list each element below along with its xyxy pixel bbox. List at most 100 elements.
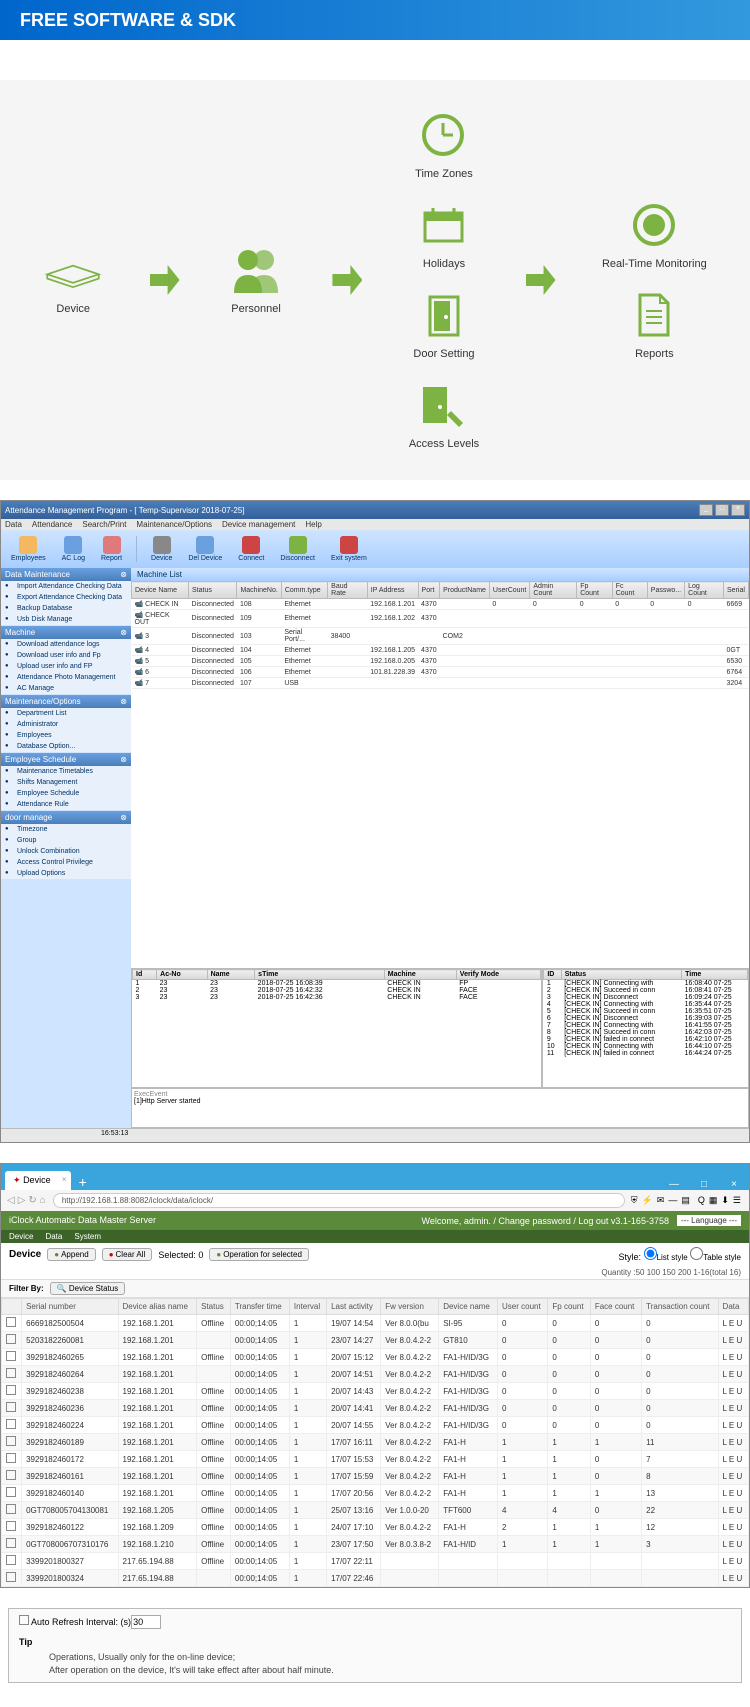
sidebar-item[interactable]: Employees	[1, 730, 131, 741]
sidebar-section-header[interactable]: Maintenance/Options⊗	[1, 695, 131, 708]
sidebar-item[interactable]: Administrator	[1, 719, 131, 730]
table-row[interactable]: 3929182460236192.168.1.201Offline00:00;1…	[2, 1400, 749, 1417]
toolbar-del-device[interactable]: Del Device	[182, 534, 228, 564]
table-row[interactable]: 📹 4Disconnected104Ethernet192.168.1.2054…	[132, 645, 749, 656]
table-row[interactable]: 3929182460224192.168.1.201Offline00:00;1…	[2, 1417, 749, 1434]
maximize-button[interactable]: □	[715, 504, 729, 516]
table-row[interactable]: 6669182500504192.168.1.201Offline00:00;1…	[2, 1315, 749, 1332]
list-style-radio[interactable]	[644, 1247, 657, 1260]
menu-item[interactable]: Device	[9, 1232, 33, 1241]
sidebar-item[interactable]: Attendance Rule	[1, 799, 131, 810]
sidebar-item[interactable]: Unlock Combination	[1, 846, 131, 857]
table-row[interactable]: 📹 7Disconnected107USB3204	[132, 678, 749, 689]
table-row[interactable]: 0GT708006707310176192.168.1.210Offline00…	[2, 1536, 749, 1553]
device-table[interactable]: Serial numberDevice alias nameStatusTran…	[1, 1298, 749, 1587]
row-checkbox[interactable]	[6, 1538, 16, 1548]
sidebar-item[interactable]: Database Option...	[1, 741, 131, 752]
home-icon[interactable]: ⌂	[40, 1195, 46, 1206]
table-row[interactable]: 📹 6Disconnected106Ethernet101.81.228.394…	[132, 667, 749, 678]
menu-item[interactable]: Maintenance/Options	[136, 520, 212, 529]
url-input[interactable]: http://192.168.1.88:8082/iclock/data/icl…	[53, 1193, 625, 1208]
menu-item[interactable]: Data	[45, 1232, 62, 1241]
row-checkbox[interactable]	[6, 1419, 16, 1429]
new-tab-button[interactable]: +	[79, 1174, 87, 1190]
row-checkbox[interactable]	[6, 1521, 16, 1531]
table-row[interactable]: 3929182460189192.168.1.201Offline00:00;1…	[2, 1434, 749, 1451]
clear-all-button[interactable]: Clear All	[102, 1248, 153, 1261]
sidebar-section-header[interactable]: Employee Schedule⊗	[1, 753, 131, 766]
sidebar-item[interactable]: Group	[1, 835, 131, 846]
table-row[interactable]: 📹 3Disconnected103Serial Port/...38400CO…	[132, 628, 749, 645]
table-row[interactable]: 3929182460140192.168.1.201Offline00:00;1…	[2, 1485, 749, 1502]
sidebar-section-header[interactable]: Machine⊗	[1, 626, 131, 639]
table-row[interactable]: 223232018-07-25 16:42:32CHECK INFACE	[133, 987, 541, 994]
table-row[interactable]: 3929182460238192.168.1.201Offline00:00;1…	[2, 1383, 749, 1400]
table-row[interactable]: 3399201800327217.65.194.88Offline00:00;1…	[2, 1553, 749, 1570]
sidebar-item[interactable]: AC Manage	[1, 683, 131, 694]
table-row[interactable]: 11[CHECK IN] failed in connect16:44:24 0…	[544, 1050, 748, 1057]
toolbar-disconnect[interactable]: Disconnect	[274, 534, 321, 564]
table-row[interactable]: 4[CHECK IN] Connecting with16:35:44 07-2…	[544, 1001, 748, 1008]
table-row[interactable]: 5[CHECK IN] Succeed in conn16:35:51 07-2…	[544, 1008, 748, 1015]
table-row[interactable]: 3[CHECK IN] Disconnect16:09:24 07-25	[544, 994, 748, 1001]
row-checkbox[interactable]	[6, 1385, 16, 1395]
table-row[interactable]: 5203182260081192.168.1.20100:00;14:05123…	[2, 1332, 749, 1349]
sidebar-item[interactable]: Usb Disk Manage	[1, 614, 131, 625]
reload-icon[interactable]: ↻	[28, 1195, 36, 1206]
menu-item[interactable]: Device management	[222, 520, 295, 529]
toolbar-connect[interactable]: Connect	[232, 534, 270, 564]
toolbar-exit-system[interactable]: Exit system	[325, 534, 373, 564]
table-row[interactable]: 323232018-07-25 16:42:36CHECK INFACE	[133, 994, 541, 1001]
sidebar-item[interactable]: Export Attendance Checking Data	[1, 592, 131, 603]
table-row[interactable]: 7[CHECK IN] Connecting with16:41:55 07-2…	[544, 1022, 748, 1029]
table-row[interactable]: 9[CHECK IN] failed in connect16:42:10 07…	[544, 1036, 748, 1043]
sidebar-item[interactable]: Backup Database	[1, 603, 131, 614]
table-style-radio[interactable]	[690, 1247, 703, 1260]
table-row[interactable]: 1[CHECK IN] Connecting with16:08:40 07-2…	[544, 980, 748, 988]
row-checkbox[interactable]	[6, 1368, 16, 1378]
row-checkbox[interactable]	[6, 1317, 16, 1327]
menu-item[interactable]: Data	[5, 520, 22, 529]
sidebar-item[interactable]: Upload user info and FP	[1, 661, 131, 672]
table-row[interactable]: 📹 5Disconnected105Ethernet192.168.0.2054…	[132, 656, 749, 667]
minimize-button[interactable]: —	[659, 1179, 689, 1190]
row-checkbox[interactable]	[6, 1470, 16, 1480]
sidebar-item[interactable]: Access Control Privilege	[1, 857, 131, 868]
row-checkbox[interactable]	[6, 1402, 16, 1412]
table-row[interactable]: 📹 CHECK OUTDisconnected109Ethernet192.16…	[132, 610, 749, 628]
table-row[interactable]: 3929182460161192.168.1.201Offline00:00;1…	[2, 1468, 749, 1485]
row-checkbox[interactable]	[6, 1487, 16, 1497]
append-button[interactable]: Append	[47, 1248, 95, 1261]
row-checkbox[interactable]	[6, 1555, 16, 1565]
row-checkbox[interactable]	[6, 1436, 16, 1446]
toolbar-employees[interactable]: Employees	[5, 534, 52, 564]
toolbar-report[interactable]: Report	[95, 534, 128, 564]
log-panel[interactable]: IdAc-NoNamesTimeMachineVerify Mode123232…	[131, 968, 542, 1088]
table-row[interactable]: 3929182460264192.168.1.20100:00;14:05120…	[2, 1366, 749, 1383]
table-row[interactable]: 2[CHECK IN] Succeed in conn16:08:41 07-2…	[544, 987, 748, 994]
tab-close-icon[interactable]: ×	[62, 1175, 67, 1184]
interval-input[interactable]	[131, 1615, 161, 1629]
sidebar-item[interactable]: Attendance Photo Management	[1, 672, 131, 683]
row-checkbox[interactable]	[6, 1334, 16, 1344]
row-checkbox[interactable]	[6, 1572, 16, 1582]
auto-refresh-checkbox[interactable]	[19, 1615, 29, 1625]
sidebar-item[interactable]: Download attendance logs	[1, 639, 131, 650]
status-panel[interactable]: IDStatusTime1[CHECK IN] Connecting with1…	[542, 968, 749, 1088]
operation-button[interactable]: Operation for selected	[209, 1248, 309, 1261]
sidebar-section-header[interactable]: door manage⊗	[1, 811, 131, 824]
sidebar-item[interactable]: Maintenance Timetables	[1, 766, 131, 777]
menu-item[interactable]: Help	[305, 520, 321, 529]
close-button[interactable]: ×	[719, 1179, 749, 1190]
sidebar-item[interactable]: Upload Options	[1, 868, 131, 879]
sidebar-section-header[interactable]: Data Maintenance⊗	[1, 568, 131, 581]
language-select[interactable]: --- Language ---	[677, 1215, 741, 1226]
table-row[interactable]: 3399201800324217.65.194.8800:00;14:05117…	[2, 1570, 749, 1587]
table-row[interactable]: 0GT708005704130081192.168.1.205Offline00…	[2, 1502, 749, 1519]
back-icon[interactable]: ◁	[7, 1195, 15, 1206]
sidebar-item[interactable]: Timezone	[1, 824, 131, 835]
forward-icon[interactable]: ▷	[18, 1195, 26, 1206]
sidebar-item[interactable]: Import Attendance Checking Data	[1, 581, 131, 592]
menu-item[interactable]: Attendance	[32, 520, 72, 529]
toolbar-ac-log[interactable]: AC Log	[56, 534, 91, 564]
